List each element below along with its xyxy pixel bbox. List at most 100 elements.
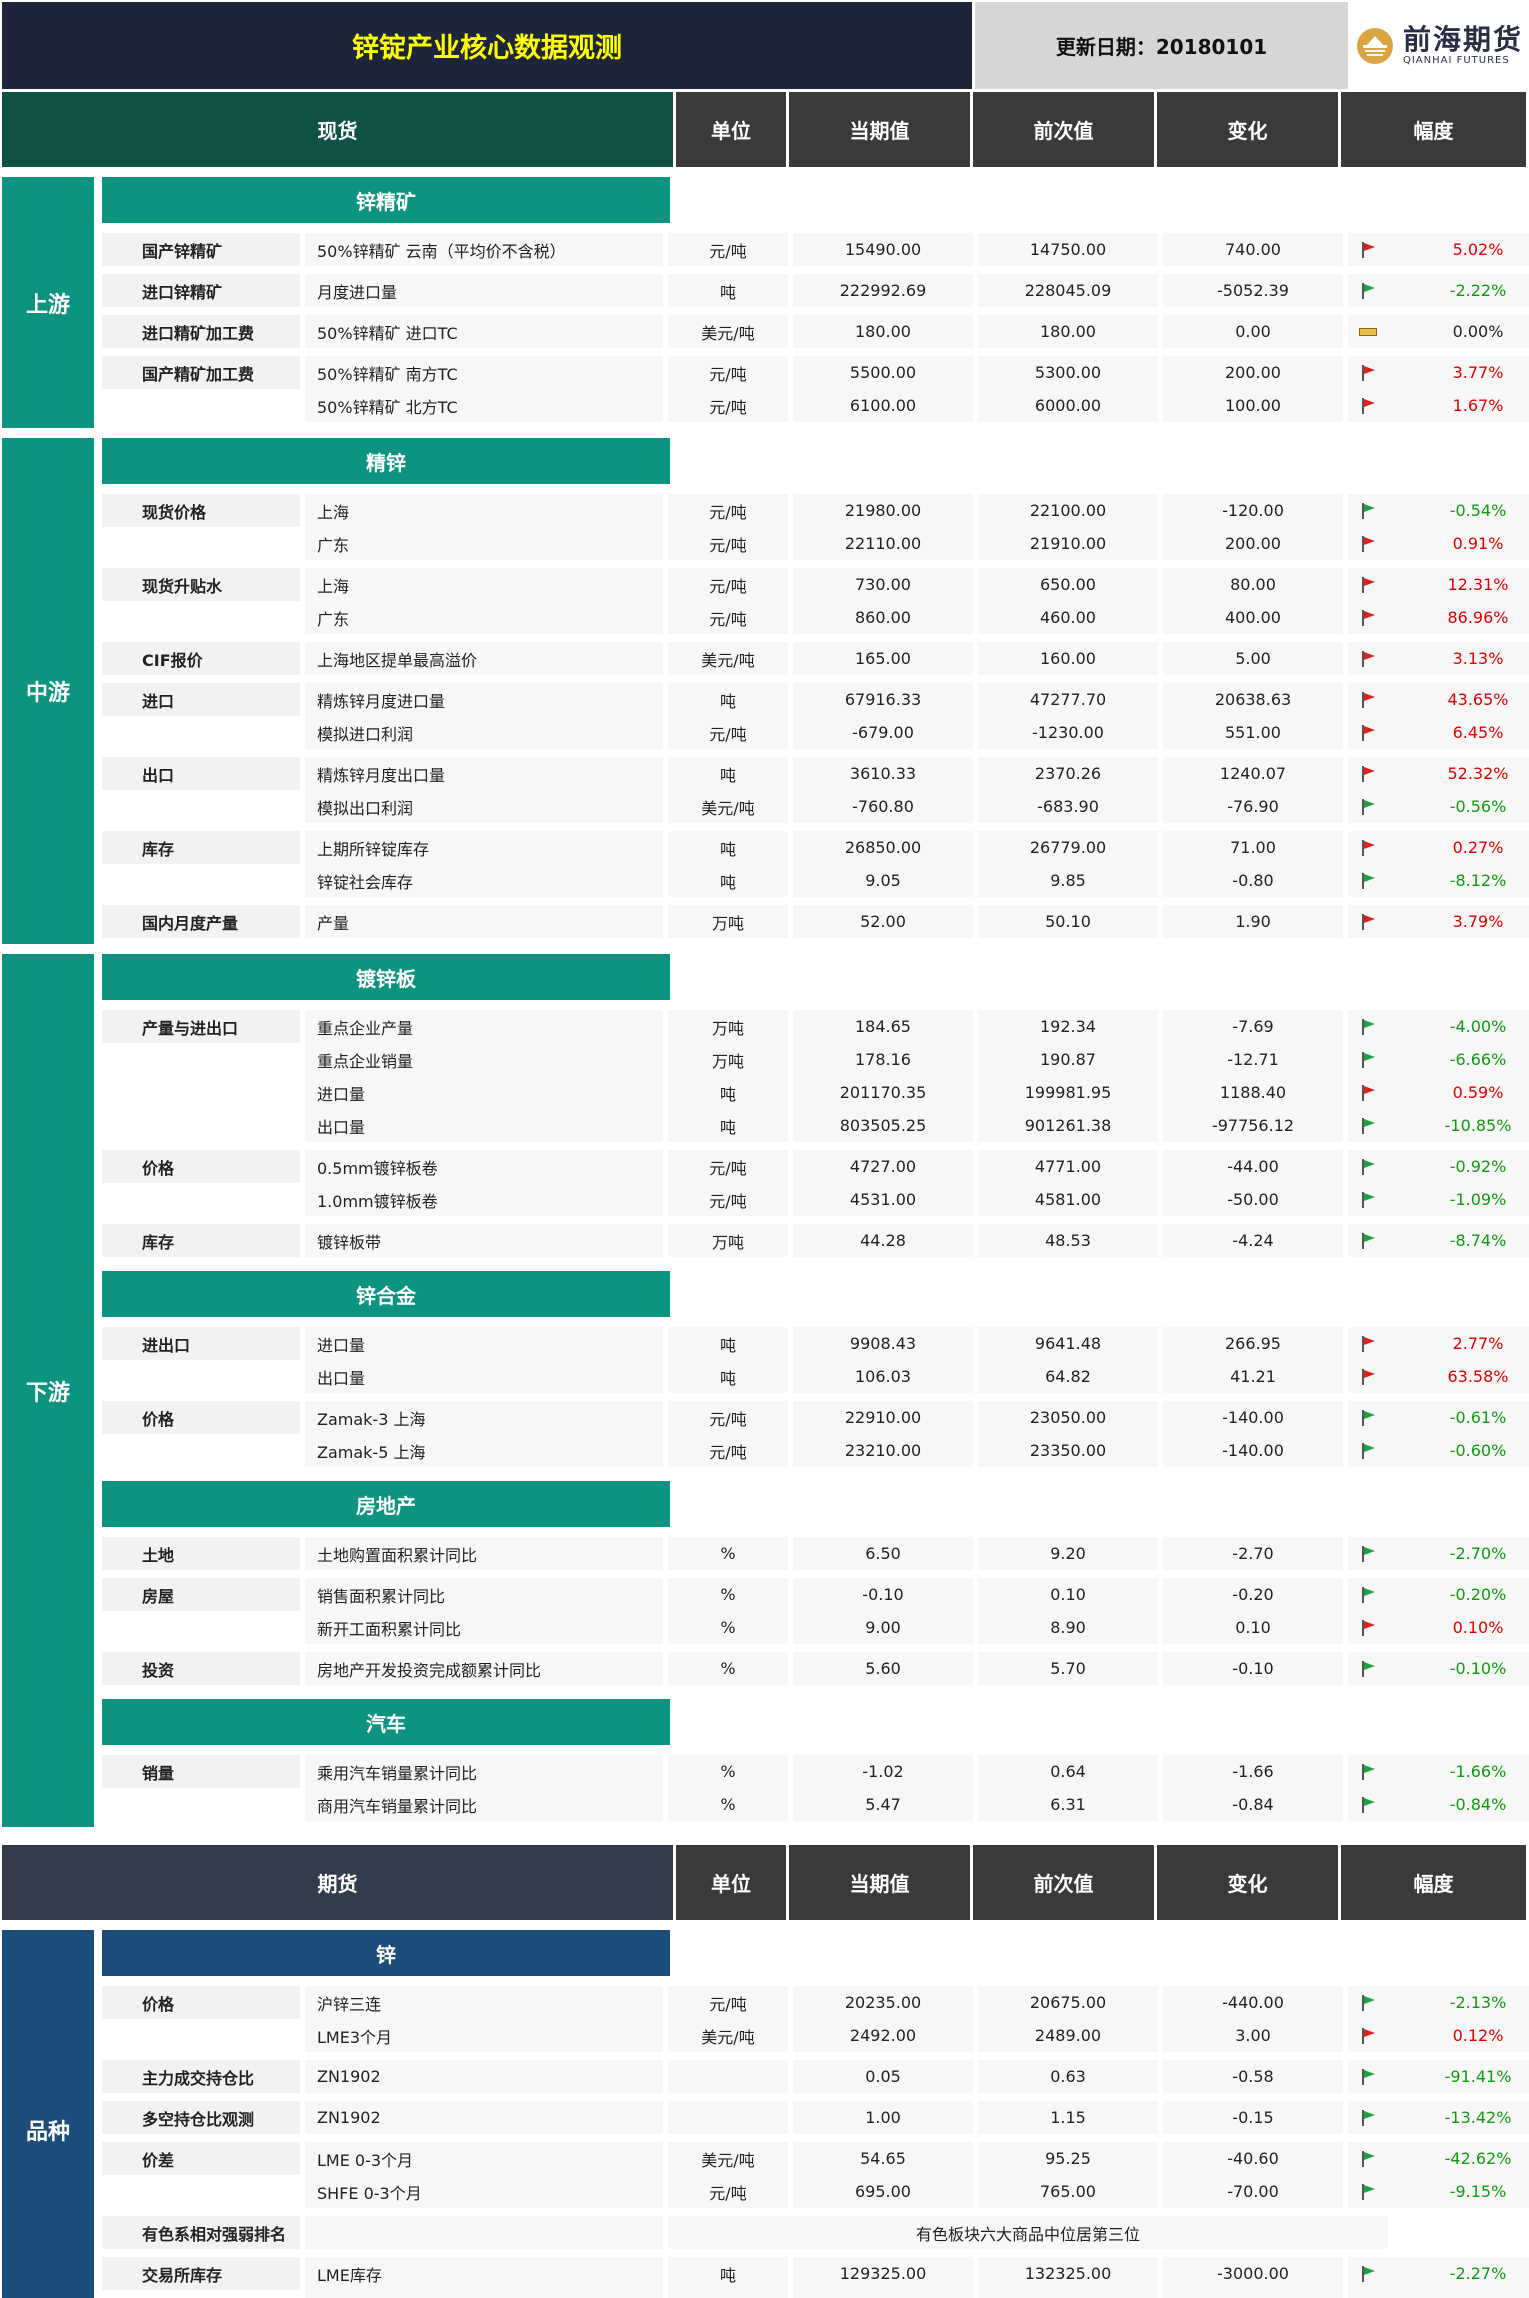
row-percent-change: -0.60% (1388, 1434, 1529, 1467)
row-previous-value: 6000.00 (978, 389, 1158, 422)
row-previous-value: 114425.00 (978, 2290, 1158, 2298)
row-unit: 美元/吨 (668, 790, 788, 823)
row-trend-indicator (1348, 2060, 1388, 2093)
row-trend-indicator (1348, 1150, 1388, 1183)
table-row: 进出口 进口量吨 9908.43 9641.48 266.95 2.77% (102, 1327, 1529, 1360)
logo-icon (1356, 27, 1393, 64)
row-percent-change: 0.91% (1388, 527, 1529, 560)
table-row: 投资 房地产开发投资完成额累计同比% 5.60 5.70 -0.10 -0.10% (102, 1652, 1529, 1685)
row-current-value: 803505.25 (793, 1109, 973, 1142)
row-category: 进口精矿加工费 (102, 315, 300, 348)
red-flag-icon (1362, 609, 1375, 626)
row-percent-change: -91.41% (1388, 2060, 1529, 2093)
table-row: 现货价格 上海 元/吨 21980.00 22100.00 -120.00 -0.54% (102, 494, 1529, 527)
row-category: 现货价格 (102, 494, 300, 527)
row-change: 41.21 (1163, 1360, 1343, 1393)
table-row: LME3个月 美元/吨 2492.00 2489.00 3.00 0.12% (102, 2019, 1529, 2052)
row-change: -44.00 (1163, 1150, 1343, 1183)
row-category (102, 1360, 300, 1393)
row-trend-indicator (1348, 2101, 1388, 2134)
red-flag-icon (1362, 1335, 1375, 1352)
row-change: -140.00 (1163, 1434, 1343, 1467)
row-previous-value: 190.87 (978, 1043, 1158, 1076)
row-category: 有色系相对强弱排名 (102, 2216, 300, 2249)
row-unit: 吨 (668, 2290, 788, 2298)
red-flag-icon (1362, 241, 1375, 258)
row-item: 精炼锌月度进口量 (305, 683, 663, 716)
row-previous-value: 5300.00 (978, 356, 1158, 389)
row-previous-value: 8.90 (978, 1611, 1158, 1644)
row-category: 投资 (102, 1652, 300, 1685)
column-header-current: 当期值 (789, 1845, 970, 1920)
table-row: LME注册仓单吨 117075.00 114425.00 2650.00 2.32% (102, 2290, 1529, 2298)
row-unit: 元/吨 (668, 1434, 788, 1467)
row-unit: 美元/吨 (668, 2019, 788, 2052)
row-item (305, 2216, 663, 2249)
row-trend-indicator (1348, 527, 1388, 560)
row-percent-change: -0.54% (1388, 494, 1529, 527)
green-flag-icon (1362, 282, 1375, 299)
row-category (102, 389, 300, 422)
table-row: 价格 0.5mm镀锌板卷 元/吨 4727.00 4771.00 -44.00 -0.92% (102, 1150, 1529, 1183)
row-current-value: 2492.00 (793, 2019, 973, 2052)
row-item: 上海地区提单最高溢价 (305, 642, 663, 675)
row-current-value: -760.80 (793, 790, 973, 823)
row-change: -2.70 (1163, 1537, 1343, 1570)
row-percent-change: -0.84% (1388, 1788, 1529, 1821)
row-change: 1240.07 (1163, 757, 1343, 790)
row-percent-change: 5.02% (1388, 233, 1529, 266)
row-unit: % (668, 1537, 788, 1570)
row-percent-change: -4.00% (1388, 1010, 1529, 1043)
red-flag-icon (1362, 397, 1375, 414)
row-previous-value: 199981.95 (978, 1076, 1158, 1109)
table-row: 产量与进出口 重点企业产量 万吨 184.65 192.34 -7.69 -4.00% (102, 1010, 1529, 1043)
table-row: 锌锭社会库存吨 9.05 9.85 -0.80 -8.12% (102, 864, 1529, 897)
row-previous-value: 20675.00 (978, 1986, 1158, 2019)
row-trend-indicator (1348, 1076, 1388, 1109)
green-flag-icon (1362, 1018, 1375, 1035)
row-previous-value: 0.63 (978, 2060, 1158, 2093)
green-flag-icon (1362, 1994, 1375, 2011)
row-current-value: 44.28 (793, 1224, 973, 1257)
row-category (102, 1788, 300, 1821)
row-unit: 万吨 (668, 1010, 788, 1043)
row-change: -0.80 (1163, 864, 1343, 897)
row-category: 进口锌精矿 (102, 274, 300, 307)
row-item: 出口量 (305, 1360, 663, 1393)
row-category: 国内月度产量 (102, 905, 300, 938)
row-unit: 吨 (668, 1327, 788, 1360)
row-percent-change: -0.10% (1388, 1652, 1529, 1685)
red-flag-icon (1362, 691, 1375, 708)
row-percent-change: 0.59% (1388, 1076, 1529, 1109)
row-trend-indicator (1348, 1652, 1388, 1685)
table-row: 多空持仓比观测 ZN1902 1.00 1.15 -0.15 -13.42% (102, 2101, 1529, 2134)
row-current-value: 22110.00 (793, 527, 973, 560)
row-change: 80.00 (1163, 568, 1343, 601)
spot-header: 现货 (2, 92, 673, 167)
table-row: 土地 土地购置面积累计同比% 6.50 9.20 -2.70 -2.70% (102, 1537, 1529, 1570)
row-item: LME 0-3个月 (305, 2142, 663, 2175)
row-unit: % (668, 1652, 788, 1685)
row-percent-change: 86.96% (1388, 601, 1529, 634)
row-item: 乘用汽车销量累计同比 (305, 1755, 663, 1788)
row-percent-change: 3.79% (1388, 905, 1529, 938)
row-item: 上期所锌锭库存 (305, 831, 663, 864)
row-trend-indicator (1348, 1109, 1388, 1142)
row-current-value: 20235.00 (793, 1986, 973, 2019)
row-category (102, 1183, 300, 1216)
row-change: 100.00 (1163, 389, 1343, 422)
row-item: 房地产开发投资完成额累计同比 (305, 1652, 663, 1685)
green-flag-icon (1362, 2150, 1375, 2167)
row-current-value: -679.00 (793, 716, 973, 749)
row-item: 产量 (305, 905, 663, 938)
row-unit: 美元/吨 (668, 642, 788, 675)
block-title: 锌 (102, 1930, 670, 1976)
green-flag-icon (1362, 2183, 1375, 2200)
row-percent-change: -2.27% (1388, 2257, 1529, 2290)
row-previous-value: 1.15 (978, 2101, 1158, 2134)
block-title: 房地产 (102, 1481, 670, 1527)
column-header-pct: 幅度 (1341, 92, 1526, 167)
row-unit (668, 2060, 788, 2093)
row-previous-value: 14750.00 (978, 233, 1158, 266)
table-row: 广东 元/吨 22110.00 21910.00 200.00 0.91% (102, 527, 1529, 560)
